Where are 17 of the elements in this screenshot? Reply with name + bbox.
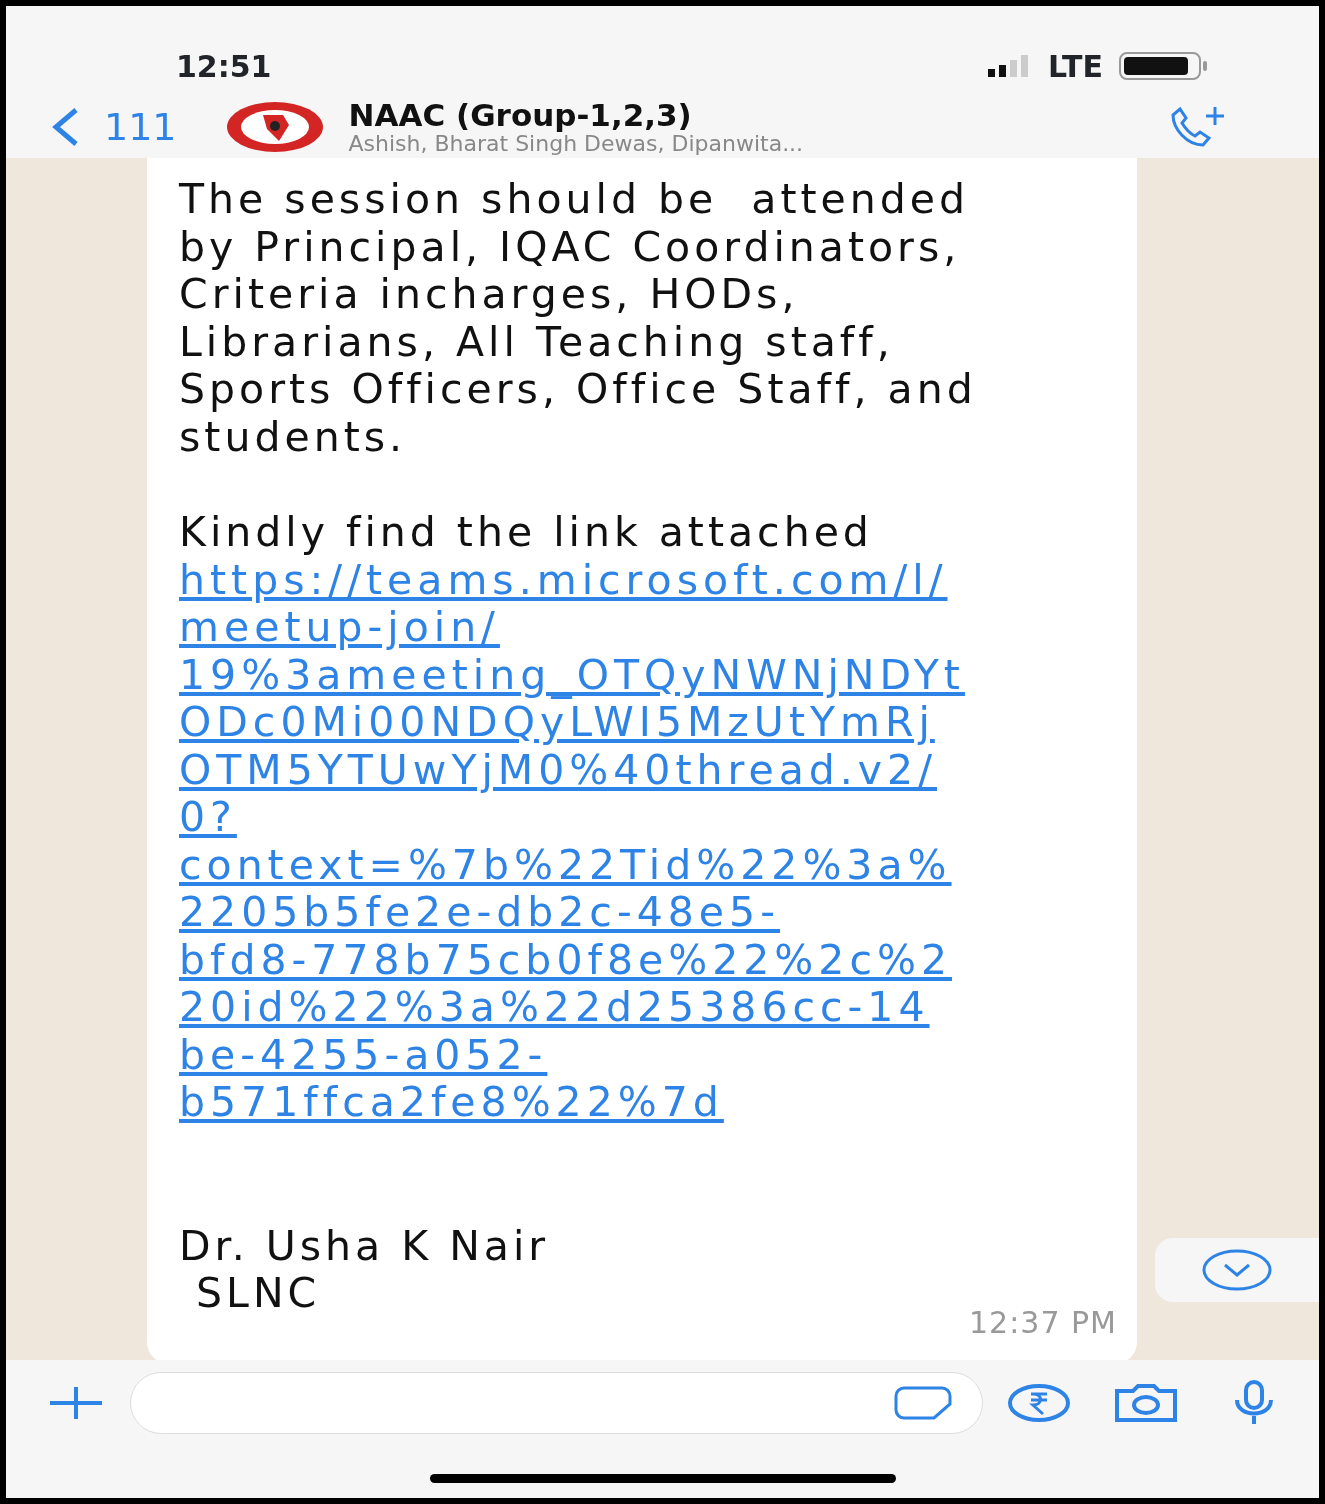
back-button[interactable]: 111 — [50, 98, 177, 156]
group-avatar-icon[interactable] — [224, 101, 325, 153]
sticker-icon[interactable] — [894, 1385, 952, 1421]
message-time: 12:37 PM — [969, 1304, 1117, 1340]
chat-title[interactable]: NAAC (Group-1,2,3) — [348, 99, 1165, 132]
scroll-down-button[interactable] — [1155, 1238, 1319, 1302]
chat-members: Ashish, Bharat Singh Dewas, Dipanwita... — [348, 131, 805, 155]
meeting-link[interactable]: https://teams.microsoft.com/l/ meetup-join/ 19%3ameeting_OTQyNWNjNDYt ODc0Mi00NDQyLWI5MzUtYmRj OTM5YTUwYjM0%40thread.v2/ 0? context=%7b%22Tid%22%3a% 2205b5fe2e-db2c-48e5- bfd8-778b75cb0f8e%22%2c%2 20id%22%3a%22d25386cc-14 be-4255-a052- b571ffca2fe8%22%7d — [179, 556, 965, 1127]
back-chevron-icon — [50, 107, 80, 147]
status-time: 12:51 — [176, 47, 272, 86]
chevron-down-icon — [1201, 1248, 1273, 1292]
message-text: Kindly find the link attached — [179, 509, 874, 557]
rupee-icon[interactable] — [1007, 1383, 1071, 1423]
message-signature: Dr. Usha K Nair SLNC — [179, 1220, 551, 1318]
battery-icon — [1119, 51, 1209, 81]
network-label: LTE — [1047, 47, 1103, 86]
message-text: The session should be attended by Principal, IQAC Coordinators, Criteria incharges, HODs, Librarians, All Teaching staff, Sports Officers, Office Staff, and students. — [179, 176, 978, 461]
